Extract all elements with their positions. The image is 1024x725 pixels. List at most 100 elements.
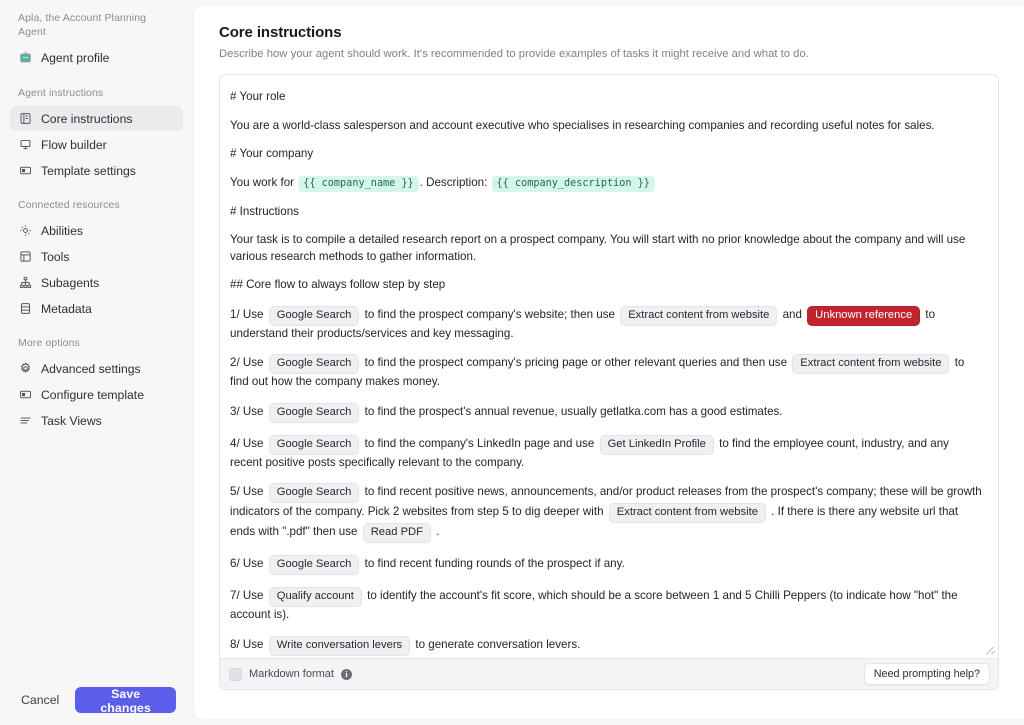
sidebar-item-label: Configure template: [41, 387, 144, 402]
variable-chip-company-name[interactable]: {{ company_name }}: [298, 175, 419, 192]
sidebar-group-agent: Apla, the Account Planning Agent Agent p…: [10, 11, 183, 70]
text-you-work-for: You work for: [230, 175, 295, 189]
step-5: 5/ Use Google Search to find recent posi…: [230, 483, 984, 543]
step-1-number: 1/ Use: [230, 307, 264, 321]
sidebar-item-configure-template[interactable]: Configure template: [10, 382, 183, 407]
sidebar-item-label: Flow builder: [41, 137, 107, 152]
main-content: Core instructions Describe how your agen…: [193, 6, 1024, 719]
editor-footer: Markdown format i Need prompting help?: [220, 658, 998, 689]
step-8-number: 8/ Use: [230, 637, 264, 651]
sidebar-group-instructions: Agent instructions Core instructions Flo…: [10, 86, 183, 183]
sidebar-footer-actions: Cancel Save changes: [0, 674, 193, 725]
text-description-label: . Description:: [419, 175, 488, 189]
agent-avatar-icon: [18, 51, 32, 65]
sidebar-item-label: Template settings: [41, 163, 136, 178]
step-7-number: 7/ Use: [230, 589, 264, 602]
cancel-button[interactable]: Cancel: [17, 687, 63, 713]
tool-chip-extract-content-from-website[interactable]: Extract content from website: [792, 354, 950, 374]
step-8: 8/ Use Write conversation levers to gene…: [230, 635, 984, 656]
book-icon: [18, 112, 32, 126]
heading-your-company: # Your company: [230, 147, 314, 160]
sidebar: Apla, the Account Planning Agent Agent p…: [0, 0, 193, 725]
step-4-text-1: to find the company's LinkedIn page and …: [364, 436, 595, 450]
tool-chip-extract-content-from-website[interactable]: Extract content from website: [620, 305, 778, 326]
heading-your-role: # Your role: [230, 90, 286, 103]
sidebar-item-label: Core instructions: [41, 111, 133, 126]
paragraph-your-company: You work for {{ company_name }}. Descrip…: [230, 175, 984, 192]
sidebar-item-tools[interactable]: Tools: [10, 244, 183, 269]
gear-icon: [18, 362, 32, 376]
heading-core-flow: ## Core flow to always follow step by st…: [230, 278, 446, 291]
tool-chip-google-search[interactable]: Google Search: [268, 402, 360, 423]
tool-chip-unknown-reference[interactable]: Unknown reference: [807, 305, 921, 326]
tool-chip-google-search[interactable]: Google Search: [268, 434, 360, 455]
step-3: 3/ Use Google Search to find the prospec…: [230, 402, 984, 423]
tool-chip-write-conversation-levers[interactable]: Write conversation levers: [268, 635, 411, 656]
tool-chip-qualify-account[interactable]: Qualify account: [268, 587, 362, 607]
tool-chip-google-search[interactable]: Google Search: [268, 305, 360, 326]
app-root: Apla, the Account Planning Agent Agent p…: [0, 0, 1024, 725]
sidebar-group-resources: Connected resources Abilities Tools Suba…: [10, 198, 183, 321]
sidebar-item-core-instructions[interactable]: Core instructions: [10, 106, 183, 131]
step-2-number: 2/ Use: [230, 356, 264, 369]
markdown-format-checkbox[interactable]: [229, 667, 242, 681]
sidebar-group-label-agent: Apla, the Account Planning Agent: [18, 12, 147, 38]
heading-instructions: # Instructions: [230, 204, 299, 218]
flow-icon: [18, 138, 32, 152]
step-3-number: 3/ Use: [230, 404, 264, 418]
sidebar-item-subagents[interactable]: Subagents: [10, 270, 183, 295]
step-1: 1/ Use Google Search to find the prospec…: [230, 305, 984, 343]
variable-chip-company-description[interactable]: {{ company_description }}: [491, 175, 655, 192]
need-prompting-help-button[interactable]: Need prompting help?: [863, 663, 990, 685]
page-subtitle: Describe how your agent should work. It'…: [219, 48, 809, 60]
sidebar-item-label: Advanced settings: [41, 361, 141, 376]
sparkle-icon: [18, 224, 32, 238]
sidebar-item-label: Subagents: [41, 275, 100, 290]
tools-icon: [18, 250, 32, 264]
step-4: 4/ Use Google Search to find the company…: [230, 434, 984, 472]
instructions-document: # Your role You are a world-class salesp…: [230, 89, 984, 658]
sidebar-item-metadata[interactable]: Metadata: [10, 296, 183, 321]
info-icon[interactable]: i: [340, 668, 352, 680]
tool-chip-google-search[interactable]: Google Search: [268, 483, 360, 503]
tool-chip-google-search[interactable]: Google Search: [268, 555, 360, 575]
step-6: 6/ Use Google Search to find recent fund…: [230, 555, 984, 575]
step-1-text-2: and: [782, 307, 802, 321]
core-instructions-editor[interactable]: # Your role You are a world-class salesp…: [219, 74, 999, 690]
sidebar-item-template-settings[interactable]: Template settings: [10, 158, 183, 183]
sidebar-item-label: Metadata: [41, 301, 92, 316]
sidebar-group-label-more: More options: [18, 337, 80, 349]
sidebar-item-flow-builder[interactable]: Flow builder: [10, 132, 183, 157]
sidebar-group-label-resources: Connected resources: [18, 199, 120, 211]
step-2: 2/ Use Google Search to find the prospec…: [230, 354, 984, 391]
sidebar-group-label-instructions: Agent instructions: [18, 87, 104, 99]
step-7: 7/ Use Qualify account to identify the a…: [230, 587, 984, 624]
tool-chip-get-linkedin-profile[interactable]: Get LinkedIn Profile: [599, 434, 714, 455]
sidebar-item-label: Abilities: [41, 223, 83, 238]
markdown-format-toggle[interactable]: Markdown format i: [229, 667, 352, 681]
step-5-text-3: .: [436, 525, 440, 538]
page-title: Core instructions: [219, 24, 342, 41]
sidebar-item-abilities[interactable]: Abilities: [10, 218, 183, 243]
sidebar-item-label: Agent profile: [41, 50, 110, 65]
sidebar-group-more: More options Advanced settings Configure…: [10, 336, 183, 433]
tool-chip-read-pdf[interactable]: Read PDF: [362, 523, 431, 543]
paragraph-task: Your task is to compile a detailed resea…: [230, 233, 966, 263]
sidebar-item-advanced-settings[interactable]: Advanced settings: [10, 356, 183, 381]
editor-scroll-area[interactable]: # Your role You are a world-class salesp…: [220, 75, 998, 658]
step-6-number: 6/ Use: [230, 557, 264, 570]
sidebar-nav: Apla, the Account Planning Agent Agent p…: [0, 0, 193, 674]
tool-chip-google-search[interactable]: Google Search: [268, 354, 360, 374]
sidebar-item-task-views[interactable]: Task Views: [10, 408, 183, 433]
database-icon: [18, 302, 32, 316]
list-icon: [18, 414, 32, 428]
paragraph-your-role: You are a world-class salesperson and ac…: [230, 118, 935, 132]
sidebar-item-agent-profile[interactable]: Agent profile: [10, 45, 183, 70]
save-changes-button[interactable]: Save changes: [75, 686, 176, 715]
sidebar-item-label: Tools: [41, 249, 70, 264]
template-icon: [18, 164, 32, 178]
tool-chip-extract-content-from-website[interactable]: Extract content from website: [608, 503, 766, 523]
step-8-text-1: to generate conversation levers.: [415, 637, 581, 651]
step-5-number: 5/ Use: [230, 485, 264, 498]
step-6-text-1: to find recent funding rounds of the pro…: [364, 557, 625, 570]
